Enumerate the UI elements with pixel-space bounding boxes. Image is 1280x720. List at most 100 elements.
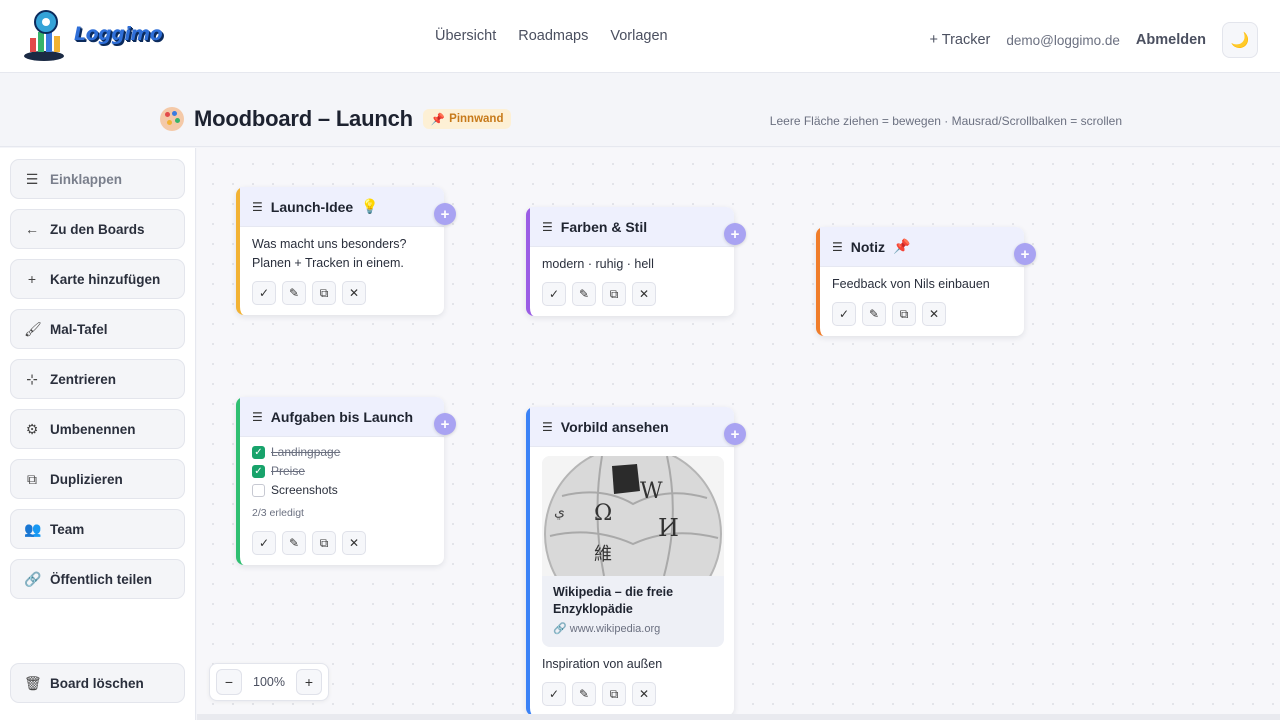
pinboard-canvas[interactable]: ☰ Launch-Idee 💡 + Was macht uns besonder… (197, 148, 1280, 715)
lightbulb-icon: 💡 (361, 198, 379, 214)
brush-icon: 🖌 (24, 320, 42, 337)
card-add-button[interactable]: + (724, 423, 746, 445)
card-launch-idea[interactable]: ☰ Launch-Idee 💡 + Was macht uns besonder… (236, 187, 456, 315)
board-header: Moodboard – Launch 📌 Pinnwand Leere Fläc… (0, 74, 1280, 147)
checklist-label: Landingpage (271, 445, 341, 459)
drag-handle-icon[interactable]: ☰ (252, 200, 263, 214)
card-colors-style[interactable]: ☰ Farben & Stil + modern · ruhig · hell … (526, 207, 746, 316)
delete-button[interactable]: ✕ (342, 531, 366, 555)
trash-icon: 🗑 (24, 674, 42, 691)
card-text-line: Planen + Tracken in einem. (252, 256, 404, 270)
delete-button[interactable]: ✕ (342, 281, 366, 305)
zoom-in-button[interactable]: + (295, 669, 322, 695)
checklist-label: Screenshots (271, 483, 338, 497)
add-tracker-link[interactable]: + Tracker (930, 32, 991, 48)
center-label: Zentrieren (50, 371, 117, 387)
link-url: 🔗 www.wikipedia.org (542, 618, 724, 647)
user-nav: + Tracker demo@loggimo.de Abmelden 🌙 (930, 22, 1258, 58)
delete-button[interactable]: ✕ (632, 282, 656, 306)
check-button[interactable]: ✓ (542, 682, 566, 706)
check-button[interactable]: ✓ (252, 281, 276, 305)
drag-handle-icon[interactable]: ☰ (542, 420, 553, 434)
logo[interactable]: Loggimo (22, 8, 163, 64)
edit-button[interactable]: ✎ (282, 531, 306, 555)
center-button[interactable]: ⊹ Zentrieren (10, 359, 185, 399)
card-add-button[interactable]: + (434, 413, 456, 435)
checklist-item[interactable]: Screenshots (252, 481, 432, 500)
checklist-item[interactable]: ✓ Landingpage (252, 443, 432, 462)
card-add-button[interactable]: + (434, 203, 456, 225)
duplicate-button[interactable]: ⧉ (312, 281, 336, 305)
card-body: Feedback von Nils einbauen (820, 267, 1024, 302)
card-title: Vorbild ansehen (560, 418, 669, 435)
link-title: Wikipedia – die freie Enzyklopädie (553, 585, 674, 616)
duplicate-icon: ⧉ (27, 470, 37, 487)
drawing-board-label: Mal-Tafel (50, 321, 108, 337)
page-title: Moodboard – Launch (194, 106, 413, 131)
theme-toggle-button[interactable]: 🌙 (1222, 22, 1258, 58)
zoom-out-button[interactable]: − (216, 669, 242, 695)
edit-button[interactable]: ✎ (572, 282, 596, 306)
card-text: Inspiration von außen (542, 657, 663, 671)
card-header[interactable]: ☰ Notiz 📌 (820, 227, 1024, 267)
nav-templates[interactable]: Vorlagen (610, 28, 667, 44)
card-actions: ✓ ✎ ⧉ ✕ (530, 682, 734, 715)
edit-button[interactable]: ✎ (862, 302, 886, 326)
checkbox-unchecked[interactable] (252, 484, 265, 497)
drag-handle-icon[interactable]: ☰ (832, 240, 843, 254)
duplicate-button[interactable]: ⧉ (602, 282, 626, 306)
back-to-boards-button[interactable]: ← Zu den Boards (10, 209, 185, 249)
link-preview[interactable]: Ω W И 維 ي Wikipedia – die freie Enzyklop… (542, 456, 724, 647)
collapse-button[interactable]: ☰ Einklappen (10, 159, 185, 199)
logout-link[interactable]: Abmelden (1136, 32, 1206, 48)
share-public-button[interactable]: 🔗 Öffentlich teilen (10, 559, 185, 599)
check-button[interactable]: ✓ (252, 531, 276, 555)
card-add-button[interactable]: + (1014, 243, 1036, 265)
duplicate-button[interactable]: ⧉ (892, 302, 916, 326)
checkbox-checked[interactable]: ✓ (252, 446, 265, 459)
delete-button[interactable]: ✕ (922, 302, 946, 326)
edit-button[interactable]: ✎ (282, 281, 306, 305)
card-body: Ω W И 維 ي Wikipedia – die freie Enzyklop… (530, 447, 734, 682)
card-title: Aufgaben bis Launch (270, 408, 414, 425)
checklist-item[interactable]: ✓ Preise (252, 462, 432, 481)
card-inspiration[interactable]: ☰ Vorbild ansehen + Ω W И 維 ي Wikipedia … (526, 407, 746, 715)
check-button[interactable]: ✓ (542, 282, 566, 306)
rename-button[interactable]: ⚙ Umbenennen (10, 409, 185, 449)
board-type-badge: 📌 Pinnwand (422, 109, 512, 129)
card-actions: ✓ ✎ ⧉ ✕ (240, 281, 444, 315)
check-button[interactable]: ✓ (832, 302, 856, 326)
card-note[interactable]: ☰ Notiz 📌 + Feedback von Nils einbauen ✓… (816, 227, 1036, 336)
horizontal-scrollbar[interactable] (197, 714, 1280, 720)
drag-handle-icon[interactable]: ☰ (542, 220, 553, 234)
crosshair-icon: ⊹ (26, 370, 38, 387)
drawing-board-button[interactable]: 🖌 Mal-Tafel (10, 309, 185, 349)
svg-text:W: W (640, 479, 663, 504)
drag-handle-icon[interactable]: ☰ (252, 410, 263, 424)
edit-button[interactable]: ✎ (572, 682, 596, 706)
duplicate-button[interactable]: ⧉ (312, 531, 336, 555)
nav-roadmaps[interactable]: Roadmaps (518, 28, 588, 44)
svg-text:ي: ي (554, 504, 565, 520)
sidebar: ☰ Einklappen ← Zu den Boards + Karte hin… (0, 148, 196, 720)
nav-overview[interactable]: Übersicht (435, 28, 496, 44)
duplicate-button[interactable]: ⧉ (602, 682, 626, 706)
delete-board-button[interactable]: 🗑 Board löschen (10, 663, 185, 703)
card-header[interactable]: ☰ Launch-Idee 💡 (240, 187, 444, 227)
card-add-button[interactable]: + (724, 223, 746, 245)
duplicate-board-button[interactable]: ⧉ Duplizieren (10, 459, 185, 499)
add-card-button[interactable]: + Karte hinzufügen (10, 259, 185, 299)
checkbox-checked[interactable]: ✓ (252, 465, 265, 478)
card-tasks[interactable]: ☰ Aufgaben bis Launch + ✓ Landingpage ✓ … (236, 397, 456, 565)
card-title: Farben & Stil (560, 218, 648, 235)
share-label: Öffentlich teilen (50, 571, 153, 587)
delete-button[interactable]: ✕ (632, 682, 656, 706)
card-text: modern · ruhig · hell (542, 257, 654, 271)
card-header[interactable]: ☰ Vorbild ansehen (530, 407, 734, 447)
card-header[interactable]: ☰ Farben & Stil (530, 207, 734, 247)
team-button[interactable]: 👥 Team (10, 509, 185, 549)
gear-icon: ⚙ (25, 420, 39, 437)
top-navbar: Loggimo Übersicht Roadmaps Vorlagen + Tr… (0, 0, 1280, 73)
card-header[interactable]: ☰ Aufgaben bis Launch (240, 397, 444, 437)
card-body: Was macht uns besonders? Planen + Tracke… (240, 227, 444, 281)
